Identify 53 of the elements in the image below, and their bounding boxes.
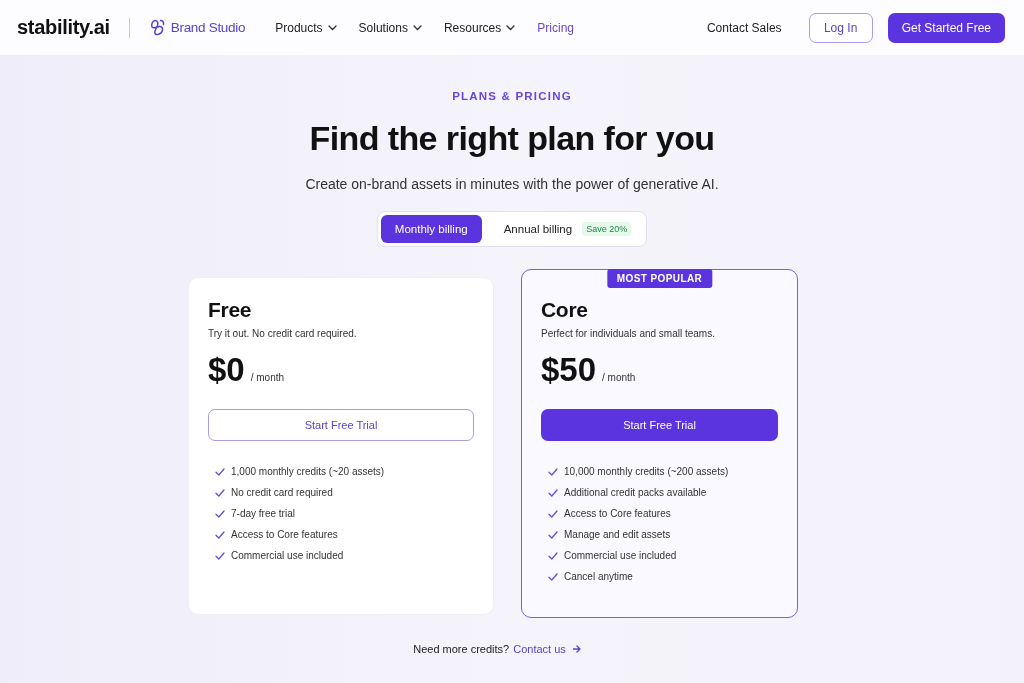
price-period: / month [602,372,636,383]
get-started-button[interactable]: Get Started Free [887,12,1005,43]
plan-description: Try it out. No credit card required. [208,328,358,339]
plan-price: $50 [541,351,597,389]
page-subtitle: Create on-brand assets in minutes with the power of generative AI. [305,176,719,192]
plan-description: Perfect for individuals and small teams. [541,328,716,339]
feature-text: Additional credit packs available [564,487,707,498]
check-icon [548,509,558,518]
check-icon [548,551,558,560]
check-icon [215,530,225,539]
product-link[interactable]: Brand Studio [149,19,246,36]
loop-logo-icon [149,19,166,36]
check-icon [548,572,558,581]
feature-text: Cancel anytime [564,571,633,582]
arrow-right-icon [572,645,581,653]
feature-text: Access to Core features [231,529,338,540]
plan-name: Core [541,298,589,322]
start-trial-button[interactable]: Start Free Trial [208,409,474,441]
nav-menu-item[interactable]: Solutions [358,20,422,35]
eyebrow-text: PLANS & PRICING [452,90,572,102]
logo-text[interactable]: stability.ai [17,16,110,39]
check-icon [548,467,558,476]
popular-badge: MOST POPULAR [606,269,713,288]
login-button[interactable]: Log In [808,12,873,43]
nav-menu-item[interactable]: Pricing [537,20,574,35]
feature-text: Manage and edit assets [564,529,671,540]
start-trial-button[interactable]: Start Free Trial [541,409,778,441]
feature-text: Access to Core features [564,508,671,519]
feature-text: 1,000 monthly credits (~20 assets) [231,466,385,477]
product-name: Brand Studio [170,20,246,35]
feature-text: 7-day free trial [231,508,295,519]
check-icon [548,488,558,497]
check-icon [215,509,225,518]
feature-text: No credit card required [231,487,333,498]
check-icon [215,488,225,497]
feature-text: Commercial use included [564,550,677,561]
page-heading: Find the right plan for you [309,119,715,158]
footer-note: Need more credits? [413,643,510,655]
price-period: / month [250,372,285,383]
discount-badge: Save 20% [582,222,632,236]
check-icon [548,530,558,539]
contact-link[interactable]: Contact us [513,643,581,655]
nav-menu-item[interactable]: Products [275,20,337,35]
check-icon [215,467,225,476]
check-icon [215,551,225,560]
billing-option[interactable]: Monthly billing [380,215,482,243]
feature-text: 10,000 monthly credits (~200 assets) [564,466,729,477]
plan-price: $0 [208,351,245,389]
nav-menu-item[interactable]: Resources [443,20,516,35]
plan-name: Free [208,298,253,322]
feature-text: Commercial use included [231,550,344,561]
billing-option[interactable]: Annual billing [493,215,583,243]
contact-sales-link[interactable]: Contact Sales [706,20,782,35]
